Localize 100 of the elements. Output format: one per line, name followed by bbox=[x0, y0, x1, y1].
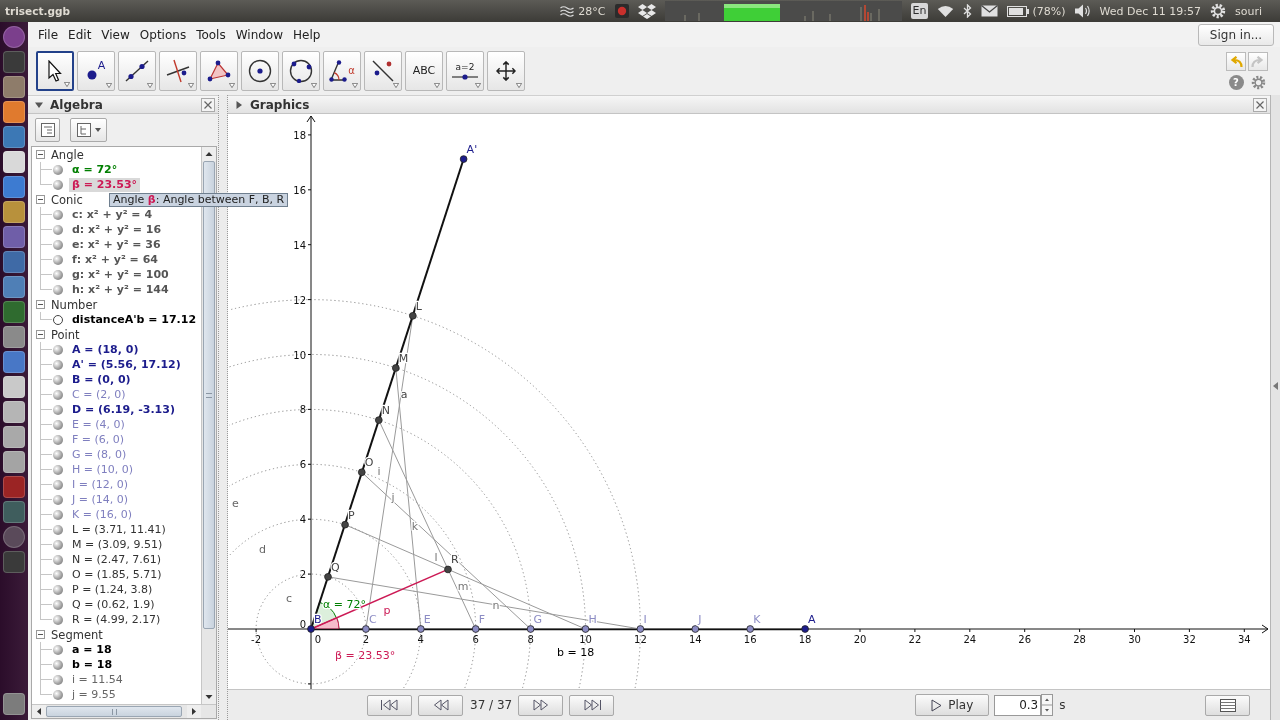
algebra-object[interactable]: N = (2.47, 7.61) bbox=[69, 552, 164, 567]
algebra-object[interactable]: f: x² + y² = 64 bbox=[69, 252, 161, 267]
tool-button[interactable] bbox=[282, 51, 320, 91]
algebra-object[interactable]: h: x² + y² = 144 bbox=[69, 282, 172, 297]
collapse-icon[interactable] bbox=[36, 300, 45, 309]
menu-item[interactable]: Tools bbox=[191, 24, 231, 45]
collapse-triangle-icon[interactable] bbox=[35, 100, 43, 109]
play-button[interactable]: Play bbox=[915, 694, 990, 716]
ball-icon[interactable] bbox=[53, 179, 63, 190]
ball-icon[interactable] bbox=[53, 224, 63, 235]
tool-button[interactable]: ABC bbox=[405, 51, 443, 91]
fog-icon[interactable] bbox=[560, 5, 575, 17]
ball-icon[interactable] bbox=[53, 494, 63, 505]
algebra-object[interactable]: A = (18, 0) bbox=[69, 342, 142, 357]
table-button[interactable] bbox=[1205, 694, 1250, 716]
ball-icon[interactable] bbox=[53, 284, 63, 295]
algebra-object[interactable]: j = 9.55 bbox=[69, 687, 119, 702]
settings-icon[interactable] bbox=[1250, 75, 1266, 90]
tool-button[interactable]: A bbox=[77, 51, 115, 91]
gear-icon[interactable] bbox=[1210, 3, 1226, 19]
ball-icon[interactable] bbox=[53, 674, 63, 685]
ball-icon[interactable] bbox=[53, 359, 63, 370]
description-button[interactable] bbox=[35, 118, 60, 142]
app-tile-icon[interactable] bbox=[3, 226, 25, 248]
tool-button[interactable]: α bbox=[323, 51, 361, 91]
algebra-object[interactable]: α = 72° bbox=[69, 162, 121, 177]
trash-tile-icon[interactable] bbox=[3, 693, 25, 715]
app-tile-icon[interactable] bbox=[3, 401, 25, 423]
bluetooth-icon[interactable] bbox=[963, 4, 973, 18]
tool-button[interactable]: a=2 bbox=[446, 51, 484, 91]
algebra-object[interactable]: K = (16, 0) bbox=[69, 507, 135, 522]
tool-button[interactable] bbox=[159, 51, 197, 91]
close-button[interactable] bbox=[201, 97, 215, 112]
clock-text[interactable]: Wed Dec 11 19:57 bbox=[1099, 4, 1201, 18]
round-app-icon[interactable] bbox=[3, 26, 25, 48]
algebra-object[interactable]: F = (6, 0) bbox=[69, 432, 128, 447]
ball-icon[interactable] bbox=[53, 524, 63, 535]
algebra-object[interactable]: b = 18 bbox=[69, 657, 116, 672]
ball-icon[interactable] bbox=[53, 449, 63, 460]
app-tile-icon[interactable] bbox=[3, 176, 25, 198]
ball-icon[interactable] bbox=[53, 269, 63, 280]
spinner-arrows-icon[interactable] bbox=[1041, 694, 1054, 716]
envelope-icon[interactable] bbox=[981, 5, 999, 17]
app-tile-icon[interactable] bbox=[3, 326, 25, 348]
sign-in-button[interactable]: Sign in... bbox=[1198, 23, 1274, 46]
algebra-object[interactable]: A' = (5.56, 17.12) bbox=[69, 357, 184, 372]
ball-icon[interactable] bbox=[53, 614, 63, 625]
undo-button[interactable] bbox=[1226, 52, 1246, 71]
ball-icon[interactable] bbox=[53, 509, 63, 520]
app-tile-icon[interactable] bbox=[3, 301, 25, 323]
app-tile-icon[interactable] bbox=[3, 201, 25, 223]
last-step-button[interactable] bbox=[569, 694, 615, 716]
first-step-button[interactable] bbox=[367, 694, 412, 716]
ball-icon[interactable] bbox=[53, 569, 63, 580]
system-monitor-graph[interactable] bbox=[664, 1, 902, 21]
ring-icon[interactable] bbox=[53, 314, 63, 325]
ball-icon[interactable] bbox=[53, 599, 63, 610]
app-tile-icon[interactable] bbox=[3, 426, 25, 448]
app-tile-icon[interactable] bbox=[3, 151, 25, 173]
algebra-object[interactable]: L = (3.71, 11.41) bbox=[69, 522, 169, 537]
tool-button[interactable] bbox=[364, 51, 402, 91]
menu-item[interactable]: View bbox=[96, 24, 135, 45]
redo-button[interactable] bbox=[1248, 52, 1268, 71]
menu-item[interactable]: File bbox=[33, 24, 64, 45]
ball-icon[interactable] bbox=[53, 644, 63, 655]
algebra-object[interactable]: E = (4, 0) bbox=[69, 417, 128, 432]
app-tile-icon[interactable] bbox=[3, 376, 25, 398]
record-dot-icon[interactable] bbox=[614, 4, 629, 18]
ball-icon[interactable] bbox=[53, 479, 63, 490]
ball-icon[interactable] bbox=[53, 434, 63, 445]
algebra-object[interactable]: c: x² + y² = 4 bbox=[69, 207, 156, 222]
ball-icon[interactable] bbox=[53, 584, 63, 595]
algebra-object[interactable]: M = (3.09, 9.51) bbox=[69, 537, 166, 552]
app-tile-icon[interactable] bbox=[3, 76, 25, 98]
menu-item[interactable]: Help bbox=[288, 24, 326, 45]
user-name[interactable]: souri bbox=[1235, 4, 1262, 18]
algebra-object[interactable]: C = (2, 0) bbox=[69, 387, 129, 402]
expand-triangle-icon[interactable] bbox=[235, 100, 243, 109]
tool-button[interactable] bbox=[200, 51, 238, 91]
algebra-object[interactable]: I = (12, 0) bbox=[69, 477, 132, 492]
algebra-object[interactable]: R = (4.99, 2.17) bbox=[69, 612, 164, 627]
ball-icon[interactable] bbox=[53, 389, 63, 400]
collapse-icon[interactable] bbox=[36, 330, 45, 339]
wifi-icon[interactable] bbox=[937, 5, 955, 17]
app-tile-icon[interactable] bbox=[3, 126, 25, 148]
app-tile-icon[interactable] bbox=[3, 476, 25, 498]
app-tile-icon[interactable] bbox=[3, 276, 25, 298]
next-step-button[interactable] bbox=[518, 694, 564, 716]
left-triangle-icon[interactable] bbox=[1273, 382, 1278, 390]
tool-button[interactable] bbox=[487, 51, 525, 91]
menu-item[interactable]: Window bbox=[230, 24, 289, 45]
algebra-object[interactable]: e: x² + y² = 36 bbox=[69, 237, 164, 252]
app-tile-icon[interactable] bbox=[3, 351, 25, 373]
ball-icon[interactable] bbox=[53, 659, 63, 670]
ball-icon[interactable] bbox=[53, 164, 63, 175]
speed-field[interactable]: 0.3 bbox=[994, 694, 1042, 716]
collapse-icon[interactable] bbox=[36, 150, 45, 159]
keyboard-layout-indicator[interactable]: En bbox=[910, 3, 929, 19]
tool-button[interactable] bbox=[241, 51, 279, 91]
algebra-object[interactable]: O = (1.85, 5.71) bbox=[69, 567, 165, 582]
